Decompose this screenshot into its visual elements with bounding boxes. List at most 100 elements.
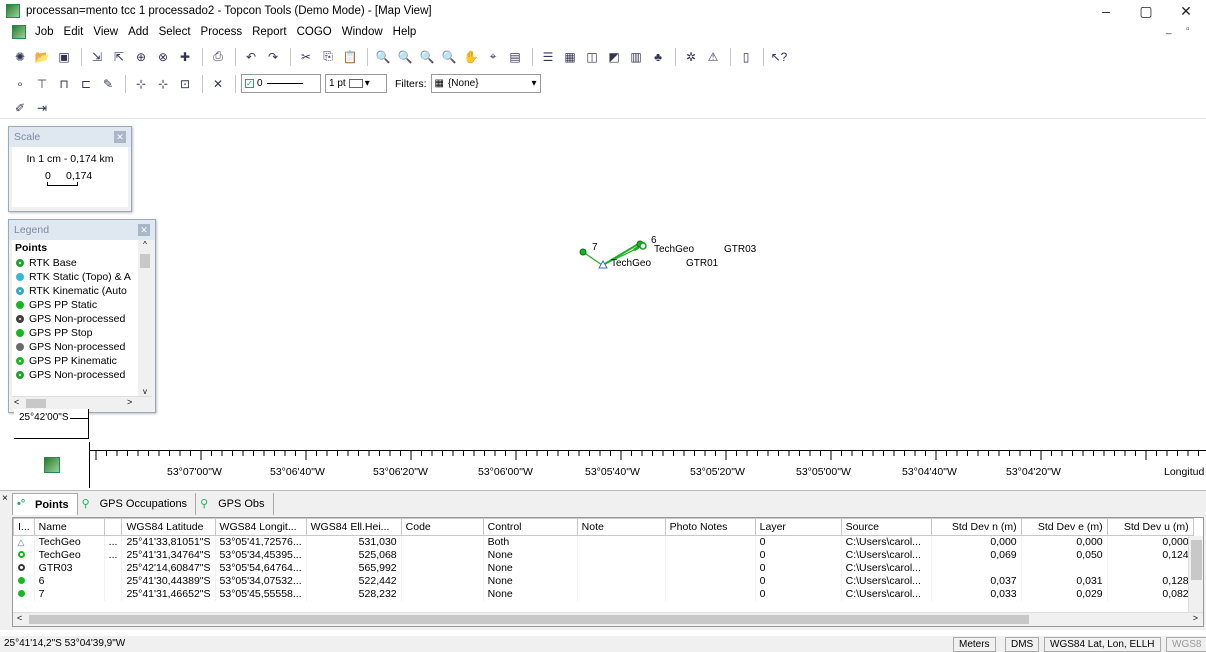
cell-name[interactable]: GTR03	[34, 561, 105, 575]
scroll-thumb[interactable]	[140, 254, 150, 268]
tab-gps-obs[interactable]: ⚲ GPS Obs	[196, 493, 274, 515]
cell-std-dev-e[interactable]: 0,031	[1021, 574, 1108, 588]
cell-longitude[interactable]: 53°05'45,55558...	[215, 587, 307, 601]
help-pointer-icon[interactable]: ↖?	[769, 47, 789, 67]
locate-icon[interactable]: ⌖	[483, 47, 503, 67]
snap-tool-icon[interactable]: ⊹	[131, 74, 151, 94]
column-header-std-dev-e[interactable]: Std Dev e (m)	[1020, 518, 1108, 536]
cell-std-dev-u[interactable]: 0,128	[1107, 574, 1194, 588]
cell-std-dev-e[interactable]	[1021, 561, 1108, 575]
cell-std-dev-n[interactable]: 0,069	[931, 548, 1022, 562]
occupation-view-icon[interactable]: ◫	[582, 47, 602, 67]
cell-note[interactable]	[577, 548, 666, 562]
cell-latitude[interactable]: 25°41'31,34764"S	[121, 548, 216, 562]
cell-layer[interactable]: 0	[755, 574, 842, 588]
minimize-button[interactable]: –	[1086, 0, 1126, 22]
cell-std-dev-u[interactable]: 0,082	[1107, 587, 1194, 601]
cell-ellipsoid-height[interactable]: 528,232	[306, 587, 402, 601]
cell-note[interactable]	[577, 587, 666, 601]
menu-add[interactable]: Add	[123, 26, 153, 38]
grid-horizontal-scrollbar[interactable]: < >	[13, 612, 1203, 626]
mdi-restore-button[interactable]: ▫	[1186, 24, 1190, 35]
legend-vertical-scrollbar[interactable]: ^ v	[138, 240, 152, 396]
cell-std-dev-e[interactable]: 0,029	[1021, 587, 1108, 601]
pan-icon[interactable]: ✋	[461, 47, 481, 67]
menu-view[interactable]: View	[88, 26, 123, 38]
mdi-minimize-button[interactable]: _	[1166, 24, 1172, 35]
column-header-note[interactable]: Note	[576, 518, 666, 536]
tab-gps-occupations[interactable]: ⚲ GPS Occupations	[78, 493, 197, 515]
add-icon[interactable]: ✚	[175, 47, 195, 67]
close-icon[interactable]: ×	[2, 493, 8, 504]
tree-icon[interactable]: ♣	[648, 47, 668, 67]
polyline-tool-icon[interactable]: ⊓	[54, 74, 74, 94]
menu-job[interactable]: Job	[30, 26, 59, 38]
menu-process[interactable]: Process	[196, 26, 248, 38]
undo-icon[interactable]: ↶	[241, 47, 261, 67]
zoom-window-icon[interactable]: 🔍	[439, 47, 459, 67]
cell-control[interactable]: None	[483, 587, 578, 601]
scale-panel-header[interactable]: Scale ✕	[9, 127, 131, 147]
checkbox-icon[interactable]: ✓	[245, 79, 254, 88]
cell-control[interactable]: None	[483, 574, 578, 588]
column-header-more[interactable]	[103, 518, 123, 536]
cell-std-dev-n[interactable]	[931, 561, 1022, 575]
close-button[interactable]: ✕	[1166, 0, 1206, 22]
menu-help[interactable]: Help	[388, 26, 422, 38]
grid-vertical-scrollbar[interactable]	[1188, 536, 1203, 614]
map-point-techgeo[interactable]	[639, 242, 647, 250]
map-corner-icon[interactable]	[43, 457, 60, 473]
cell-std-dev-u[interactable]: 0,000	[1107, 535, 1194, 549]
scroll-down-icon[interactable]: v	[138, 387, 152, 396]
scroll-right-icon[interactable]: >	[127, 397, 132, 407]
cell-more[interactable]	[104, 587, 123, 601]
line-style-select[interactable]: ✓ 0	[241, 74, 321, 93]
import-icon[interactable]: ⇲	[87, 47, 107, 67]
cell-latitude[interactable]: 25°41'33,81051"S	[121, 535, 216, 549]
redo-icon[interactable]: ↷	[263, 47, 283, 67]
status-extra[interactable]: WGS8	[1166, 637, 1206, 652]
status-units[interactable]: Meters	[953, 637, 996, 652]
cell-more[interactable]	[104, 561, 123, 575]
cell-std-dev-e[interactable]: 0,000	[1021, 535, 1108, 549]
export-cad-icon[interactable]: ⊗	[153, 47, 173, 67]
cell-photo-notes[interactable]	[665, 587, 756, 601]
cell-ellipsoid-height[interactable]: 531,030	[306, 535, 402, 549]
cell-layer[interactable]: 0	[755, 535, 842, 549]
cell-name[interactable]: TechGeo	[34, 548, 105, 562]
legend-panel[interactable]: Legend ✕ Points RTK Base RTK Static (Topo…	[8, 219, 156, 413]
cell-std-dev-n[interactable]: 0,033	[931, 587, 1022, 601]
cell-more[interactable]	[104, 574, 123, 588]
cell-ellipsoid-height[interactable]: 522,442	[306, 574, 402, 588]
table-row[interactable]: 7 25°41'31,46652"S 53°05'45,55558... 528,23…	[13, 587, 1194, 601]
column-header-name[interactable]: Name	[33, 518, 105, 536]
menu-report[interactable]: Report	[247, 26, 292, 38]
map-point-7[interactable]	[579, 248, 587, 256]
map-canvas[interactable]: 7 6 TechGeo GTR03 TechGeo GTR01	[0, 119, 1206, 488]
cell-more[interactable]: ...	[104, 548, 123, 562]
cad-view-icon[interactable]: ◩	[604, 47, 624, 67]
new-job-icon[interactable]: ✺	[10, 47, 30, 67]
cell-name[interactable]: TechGeo	[34, 535, 105, 549]
scroll-left-icon[interactable]: <	[14, 397, 19, 407]
cell-source[interactable]: C:\Users\carol...	[841, 535, 932, 549]
cell-photo-notes[interactable]	[665, 535, 756, 549]
cell-std-dev-n[interactable]: 0,000	[931, 535, 1022, 549]
cell-name[interactable]: 7	[34, 587, 105, 601]
column-header-photo-notes[interactable]: Photo Notes	[664, 518, 756, 536]
line-width-select[interactable]: 1 pt ▾	[325, 74, 387, 93]
zoom-in-icon[interactable]: 🔍	[395, 47, 415, 67]
cell-layer[interactable]: 0	[755, 587, 842, 601]
paste-icon[interactable]: 📋	[340, 47, 360, 67]
map-view-icon[interactable]: ▦	[560, 47, 580, 67]
view-icon[interactable]: ▤	[505, 47, 525, 67]
cell-layer[interactable]: 0	[755, 561, 842, 575]
cell-note[interactable]	[577, 574, 666, 588]
cell-code[interactable]	[401, 561, 484, 575]
scroll-up-icon[interactable]: ^	[138, 240, 152, 249]
cell-control[interactable]: None	[483, 548, 578, 562]
column-header-layer[interactable]: Layer	[754, 518, 842, 536]
adjust-icon[interactable]: ⚠	[703, 47, 723, 67]
cell-control[interactable]: None	[483, 561, 578, 575]
column-header-control[interactable]: Control	[482, 518, 578, 536]
